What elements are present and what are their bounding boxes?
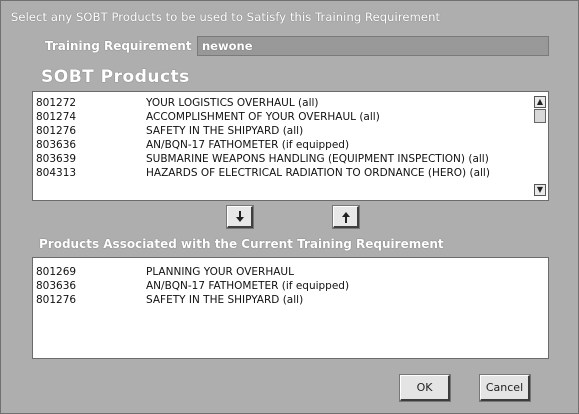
- product-name: SUBMARINE WEAPONS HANDLING (EQUIPMENT IN…: [146, 153, 489, 165]
- product-name: YOUR LOGISTICS OVERHAUL (all): [146, 97, 319, 109]
- scroll-thumb[interactable]: [534, 109, 546, 123]
- list-item[interactable]: 803636 AN/BQN-17 FATHOMETER (if equipped): [33, 138, 548, 152]
- cancel-button[interactable]: Cancel: [479, 374, 531, 402]
- product-name: ACCOMPLISHMENT OF YOUR OVERHAUL (all): [146, 111, 380, 123]
- sobt-products-heading: SOBT Products: [41, 67, 190, 87]
- product-name: PLANNING YOUR OVERHAUL: [146, 266, 294, 278]
- remove-product-button[interactable]: [332, 205, 360, 229]
- associated-products-list[interactable]: 801269 PLANNING YOUR OVERHAUL 803636 AN/BQN…: [32, 257, 549, 359]
- list-item[interactable]: 804313 HAZARDS OF ELECTRICAL RADIATION TO…: [33, 166, 548, 180]
- list-item[interactable]: 801274 ACCOMPLISHMENT OF YOUR OVERHAUL (a…: [33, 110, 548, 124]
- training-requirement-field[interactable]: newone: [197, 36, 549, 56]
- dialog-title: Select any SOBT Products to be used to S…: [11, 10, 441, 24]
- product-code: 803636: [36, 280, 77, 292]
- arrow-down-icon: [235, 210, 244, 222]
- associated-products-heading: Products Associated with the Current Tra…: [39, 237, 444, 251]
- product-code: 801272: [36, 97, 77, 109]
- product-name: SAFETY IN THE SHIPYARD (all): [146, 294, 304, 306]
- list-item[interactable]: 801272 YOUR LOGISTICS OVERHAUL (all): [33, 96, 548, 110]
- product-name: HAZARDS OF ELECTRICAL RADIATION TO ORDNA…: [146, 167, 490, 179]
- product-name: AN/BQN-17 FATHOMETER (if equipped): [146, 280, 350, 292]
- list-item[interactable]: 801276 SAFETY IN THE SHIPYARD (all): [33, 124, 548, 138]
- ok-button[interactable]: OK: [399, 374, 451, 402]
- product-code: 801276: [36, 294, 77, 306]
- product-code: 803636: [36, 139, 77, 151]
- product-name: SAFETY IN THE SHIPYARD (all): [146, 125, 304, 137]
- sobt-products-scrollbar[interactable]: ▲ ▼: [534, 96, 546, 196]
- product-code: 801274: [36, 111, 77, 123]
- product-code: 801269: [36, 266, 77, 278]
- scroll-up-icon[interactable]: ▲: [534, 96, 546, 108]
- list-item[interactable]: 803639 SUBMARINE WEAPONS HANDLING (EQUIPM…: [33, 152, 548, 166]
- product-code: 803639: [36, 153, 77, 165]
- add-product-button[interactable]: [226, 205, 254, 229]
- list-item[interactable]: 803636 AN/BQN-17 FATHOMETER (if equipped): [33, 279, 548, 293]
- training-requirement-label: Training Requirement: [45, 39, 192, 53]
- product-name: AN/BQN-17 FATHOMETER (if equipped): [146, 139, 350, 151]
- list-item[interactable]: 801276 SAFETY IN THE SHIPYARD (all): [33, 293, 548, 307]
- product-code: 804313: [36, 167, 77, 179]
- product-code: 801276: [36, 125, 77, 137]
- sobt-products-list[interactable]: 801272 YOUR LOGISTICS OVERHAUL (all) 80127…: [32, 91, 549, 201]
- list-item[interactable]: 801269 PLANNING YOUR OVERHAUL: [33, 265, 548, 279]
- select-sobt-products-dialog: Select any SOBT Products to be used to S…: [0, 0, 579, 414]
- scroll-down-icon[interactable]: ▼: [534, 184, 546, 196]
- arrow-up-icon: [341, 211, 350, 223]
